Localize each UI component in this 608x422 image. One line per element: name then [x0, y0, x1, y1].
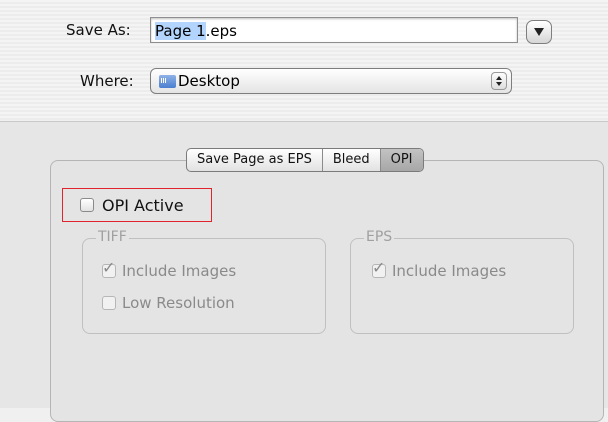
- tab-save-page-as-eps[interactable]: Save Page as EPS: [187, 149, 323, 171]
- where-popup[interactable]: Desktop: [150, 68, 512, 94]
- save-as-label: Save As:: [66, 21, 131, 39]
- eps-group-title: EPS: [364, 229, 395, 245]
- tab-bleed[interactable]: Bleed: [323, 149, 381, 171]
- where-value: Desktop: [178, 72, 240, 90]
- save-as-rest-text: .eps: [205, 22, 237, 40]
- tiff-low-resolution-label: Low Resolution: [122, 294, 235, 312]
- eps-include-images-label: Include Images: [392, 262, 507, 280]
- expand-dialog-button[interactable]: [526, 20, 552, 44]
- popup-arrows-icon: [491, 72, 507, 90]
- tiff-include-images-checkbox[interactable]: ✓: [102, 260, 116, 278]
- where-label: Where:: [80, 72, 134, 90]
- opi-active-label: OPI Active: [102, 196, 184, 215]
- checkmark-icon: ✓: [102, 258, 116, 277]
- desktop-folder-icon: [159, 74, 176, 88]
- tiff-include-images-label: Include Images: [122, 262, 237, 280]
- tiff-group-title: TIFF: [96, 229, 129, 245]
- save-as-field[interactable]: Page 1.eps: [150, 17, 518, 43]
- tiff-group: [82, 238, 326, 334]
- eps-group: [350, 238, 574, 334]
- save-as-selected-text: Page 1: [155, 22, 206, 40]
- eps-include-images-checkbox[interactable]: ✓: [372, 260, 386, 278]
- tab-opi[interactable]: OPI: [380, 149, 423, 171]
- tab-bar: Save Page as EPS Bleed OPI: [186, 148, 424, 172]
- opi-active-checkbox[interactable]: [80, 198, 94, 212]
- checkmark-icon: ✓: [372, 258, 386, 277]
- triangle-down-icon: [534, 28, 544, 36]
- tiff-low-resolution-checkbox[interactable]: [102, 296, 116, 310]
